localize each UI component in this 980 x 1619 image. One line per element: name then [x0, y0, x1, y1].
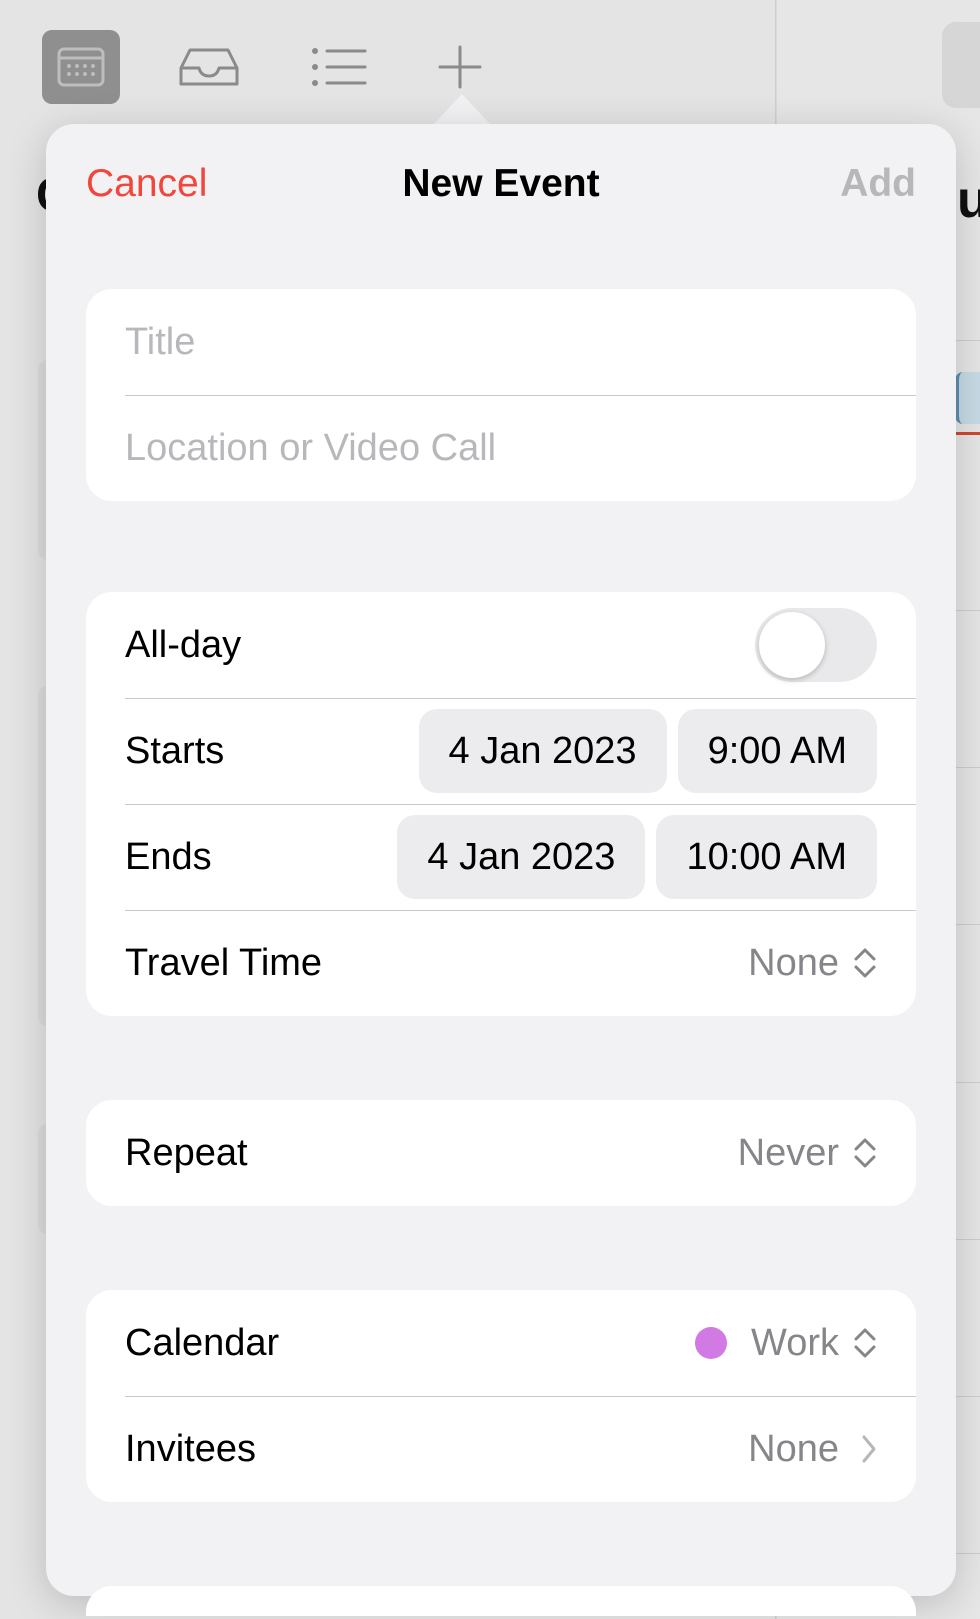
background-hour-line: [955, 1239, 980, 1240]
cancel-button[interactable]: Cancel: [86, 162, 207, 206]
calendar-select[interactable]: Work: [695, 1322, 877, 1365]
travel-time-row[interactable]: Travel Time None: [86, 910, 916, 1016]
calendar-color-dot: [695, 1327, 728, 1359]
title-placeholder: Title: [125, 320, 196, 363]
ends-row: Ends 4 Jan 2023 10:00 AM: [86, 804, 916, 910]
allday-row: All-day: [86, 592, 916, 698]
starts-row: Starts 4 Jan 2023 9:00 AM: [86, 698, 916, 804]
calendar-value: Work: [751, 1321, 839, 1364]
inbox-icon: [179, 48, 239, 86]
background-button: [942, 22, 980, 108]
background-hour-line: [955, 1396, 980, 1397]
repeat-select[interactable]: Never: [738, 1132, 877, 1175]
background-event-chip: [955, 372, 980, 424]
ends-time-button[interactable]: 10:00 AM: [656, 815, 877, 899]
title-location-group: Title Location or Video Call: [86, 289, 916, 501]
calendar-icon: [57, 47, 105, 87]
list-button[interactable]: [300, 30, 378, 104]
toggle-knob: [759, 612, 825, 678]
background-hour-line: [955, 340, 980, 341]
ends-date-button[interactable]: 4 Jan 2023: [397, 815, 646, 899]
background-hour-line: [955, 1553, 980, 1554]
travel-time-value: None: [748, 941, 839, 984]
next-group-edge: [86, 1586, 916, 1616]
chevron-updown-icon: [854, 1138, 876, 1168]
inbox-button[interactable]: [170, 30, 248, 104]
invitees-select[interactable]: None: [748, 1428, 877, 1471]
background-hour-line: [955, 924, 980, 925]
chevron-right-icon: [862, 1435, 876, 1463]
calendar-row[interactable]: Calendar Work: [86, 1290, 916, 1396]
calendar-invitees-group: Calendar Work Invitees None: [86, 1290, 916, 1502]
starts-label: Starts: [125, 729, 225, 772]
location-placeholder: Location or Video Call: [125, 426, 497, 469]
add-button[interactable]: Add: [840, 162, 916, 206]
repeat-value: Never: [737, 1131, 839, 1174]
repeat-row[interactable]: Repeat Never: [86, 1100, 916, 1206]
background-now-indicator: [955, 432, 980, 435]
repeat-label: Repeat: [125, 1131, 248, 1174]
travel-time-label: Travel Time: [125, 941, 323, 984]
allday-label: All-day: [125, 623, 242, 666]
calendar-label: Calendar: [125, 1321, 280, 1364]
background-heading-fragment: u: [957, 171, 980, 229]
date-time-group: All-day Starts 4 Jan 2023 9:00 AM Ends 4…: [86, 592, 916, 1016]
background-hour-line: [955, 1082, 980, 1083]
plus-icon: [438, 45, 482, 89]
invitees-label: Invitees: [125, 1427, 256, 1470]
chevron-updown-icon: [854, 948, 876, 978]
travel-time-select[interactable]: None: [748, 942, 877, 985]
calendar-button[interactable]: [42, 30, 120, 104]
background-hour-line: [955, 767, 980, 768]
invitees-row[interactable]: Invitees None: [86, 1396, 916, 1502]
list-icon: [312, 48, 367, 86]
new-event-popover: New Event Cancel Add Title Location or V…: [46, 124, 956, 1616]
ends-label: Ends: [125, 835, 212, 878]
location-field[interactable]: Location or Video Call: [86, 395, 916, 501]
invitees-value: None: [748, 1427, 839, 1470]
add-event-button[interactable]: [421, 30, 499, 104]
toolbar: [0, 0, 776, 120]
title-field[interactable]: Title: [86, 289, 916, 395]
chevron-updown-icon: [854, 1328, 876, 1358]
allday-toggle[interactable]: [755, 608, 877, 682]
popover-arrow: [432, 94, 492, 126]
repeat-group: Repeat Never: [86, 1100, 916, 1206]
nav-bar: New Event Cancel Add: [46, 124, 956, 248]
background-hour-line: [955, 610, 980, 611]
starts-date-button[interactable]: 4 Jan 2023: [418, 709, 667, 793]
starts-time-button[interactable]: 9:00 AM: [677, 709, 877, 793]
